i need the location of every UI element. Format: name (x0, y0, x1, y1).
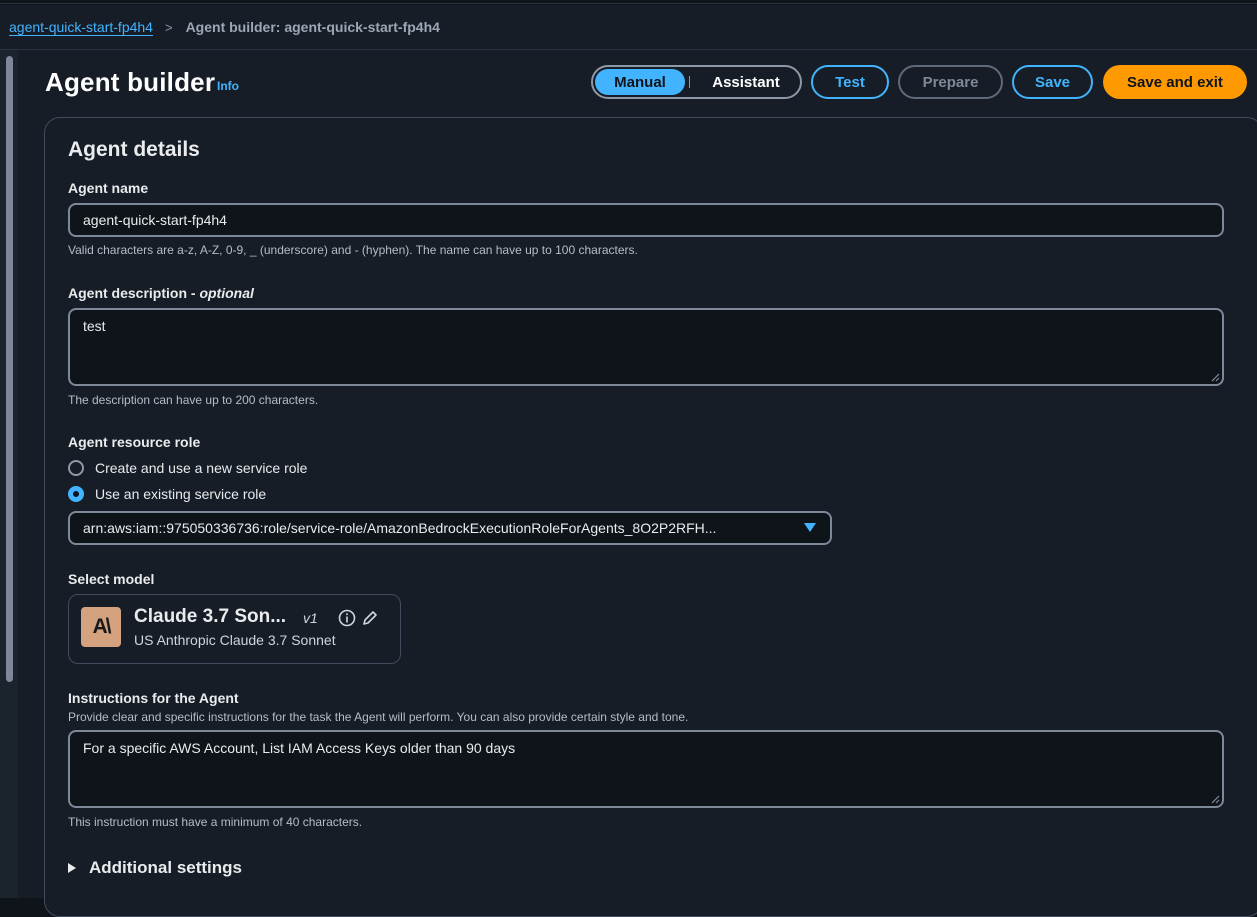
resize-handle-icon[interactable] (1211, 373, 1220, 382)
caret-right-icon (68, 863, 76, 873)
chevron-right-icon: > (164, 19, 173, 35)
instructions-description: Provide clear and specific instructions … (68, 710, 689, 724)
additional-settings-label: Additional settings (89, 858, 242, 877)
radio-unselected-icon[interactable] (68, 460, 84, 476)
service-role-value: arn:aws:iam::975050336736:role/service-r… (83, 520, 717, 536)
mode-toggle: Manual Assistant (591, 65, 802, 99)
model-name: Claude 3.7 Son... (134, 606, 287, 627)
assistant-mode-button[interactable]: Assistant (694, 74, 798, 91)
radio-existing-service-role-label: Use an existing service role (95, 486, 267, 502)
agent-description-value: test (83, 318, 106, 334)
resize-handle-icon[interactable] (1211, 795, 1220, 804)
edit-pencil-icon[interactable] (361, 609, 379, 627)
caret-down-icon (804, 523, 816, 532)
agent-name-input[interactable]: agent-quick-start-fp4h4 (68, 203, 1224, 237)
section-heading: Agent details (68, 138, 200, 161)
instructions-textarea[interactable]: For a specific AWS Account, List IAM Acc… (68, 730, 1224, 808)
select-model-label: Select model (68, 571, 155, 587)
model-card[interactable]: A\ Claude 3.7 Son... v1 US Anthropic Cla… (68, 594, 401, 664)
instructions-label: Instructions for the Agent (68, 690, 239, 706)
toggle-divider (689, 76, 690, 88)
breadcrumb: agent-quick-start-fp4h4 > Agent builder:… (0, 5, 1257, 50)
resource-role-label: Agent resource role (68, 434, 201, 450)
agent-name-hint: Valid characters are a-z, A-Z, 0-9, _ (u… (68, 243, 638, 257)
scrollbar-thumb[interactable] (6, 56, 13, 682)
main-content: Agent builder Info Manual Assistant Test… (18, 50, 1257, 917)
optional-tag: optional (199, 285, 254, 301)
model-version: v1 (303, 610, 318, 626)
anthropic-logo-icon: A\ (81, 607, 121, 647)
test-button[interactable]: Test (811, 65, 889, 99)
service-role-select[interactable]: arn:aws:iam::975050336736:role/service-r… (68, 511, 832, 545)
radio-selected-icon[interactable] (68, 486, 84, 502)
agent-description-hint: The description can have up to 200 chara… (68, 393, 319, 407)
agent-name-label: Agent name (68, 180, 149, 196)
instructions-value: For a specific AWS Account, List IAM Acc… (83, 740, 516, 756)
manual-mode-button[interactable]: Manual (595, 69, 685, 95)
save-and-exit-button[interactable]: Save and exit (1103, 65, 1247, 99)
radio-existing-service-role[interactable]: Use an existing service role (68, 486, 266, 502)
radio-new-service-role[interactable]: Create and use a new service role (68, 460, 307, 476)
info-link[interactable]: Info (217, 79, 239, 93)
radio-new-service-role-label: Create and use a new service role (95, 460, 308, 476)
model-subtitle: US Anthropic Claude 3.7 Sonnet (134, 632, 336, 648)
page-title: Agent builder (45, 67, 216, 97)
agent-description-textarea[interactable]: test (68, 308, 1224, 386)
top-edge (0, 0, 1257, 4)
prepare-button[interactable]: Prepare (898, 65, 1003, 99)
breadcrumb-current: Agent builder: agent-quick-start-fp4h4 (185, 19, 440, 35)
info-circle-icon[interactable] (338, 609, 356, 627)
agent-details-panel: Agent details Agent name agent-quick-sta… (44, 117, 1257, 917)
agent-description-label: Agent description - optional (68, 285, 254, 301)
breadcrumb-agent-link[interactable]: agent-quick-start-fp4h4 (9, 19, 153, 35)
save-button[interactable]: Save (1012, 65, 1093, 99)
agent-description-label-text: Agent description - (68, 285, 200, 301)
instructions-hint: This instruction must have a minimum of … (68, 815, 363, 829)
additional-settings-expander[interactable]: Additional settings (68, 858, 242, 878)
